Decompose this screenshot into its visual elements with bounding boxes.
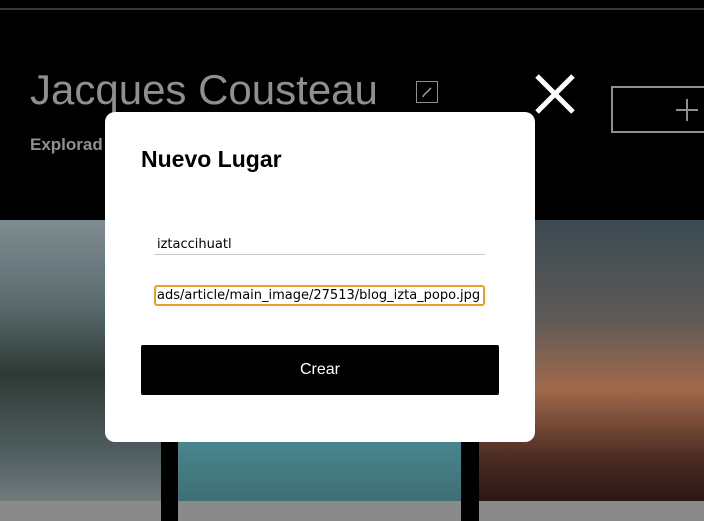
header-divider bbox=[0, 8, 704, 10]
close-icon bbox=[535, 74, 575, 114]
new-place-modal: Nuevo Lugar Crear bbox=[105, 112, 535, 442]
place-card-caption-strip bbox=[0, 501, 704, 521]
add-place-button[interactable] bbox=[611, 86, 704, 133]
close-modal-button[interactable] bbox=[533, 72, 577, 116]
profile-name: Jacques Cousteau bbox=[30, 66, 378, 113]
gallery-gap bbox=[161, 501, 178, 521]
modal-title: Nuevo Lugar bbox=[141, 146, 282, 172]
place-name-input[interactable] bbox=[154, 235, 485, 255]
gallery-gap bbox=[461, 501, 479, 521]
pencil-icon bbox=[422, 87, 432, 98]
edit-profile-button[interactable] bbox=[416, 81, 438, 103]
create-button[interactable]: Crear bbox=[141, 345, 499, 395]
image-link-input[interactable] bbox=[154, 285, 485, 306]
page: Jacques Cousteau Explorad Nuevo Lugar Cr… bbox=[0, 0, 704, 521]
plus-icon bbox=[676, 99, 698, 121]
profile-about: Explorad bbox=[30, 135, 103, 154]
